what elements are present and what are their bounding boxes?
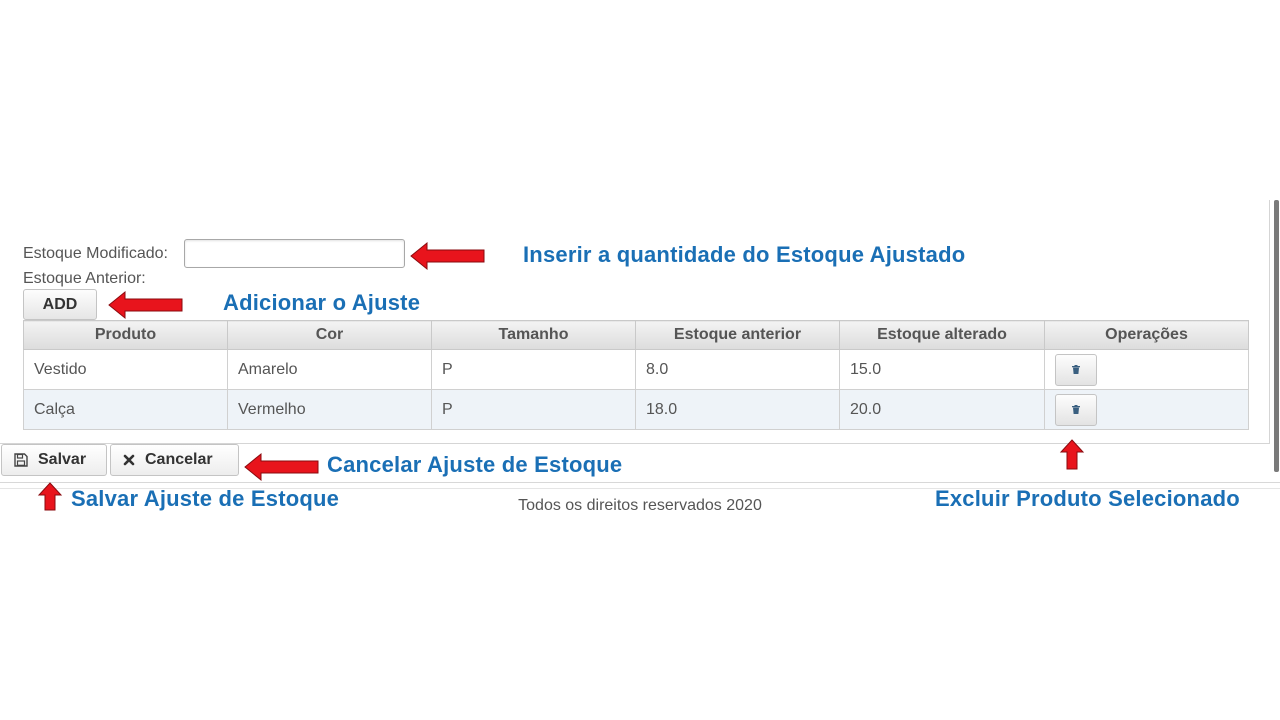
delete-row-button[interactable] xyxy=(1055,353,1097,386)
delete-row-button[interactable] xyxy=(1055,393,1097,426)
red-arrow-icon xyxy=(1059,439,1085,470)
cell-produto: Calça xyxy=(23,389,228,430)
column-header-tamanho[interactable]: Tamanho xyxy=(431,320,636,350)
red-arrow-icon xyxy=(37,482,63,511)
estoque-modificado-input[interactable] xyxy=(184,239,405,268)
estoque-anterior-label: Estoque Anterior: xyxy=(23,270,146,287)
annotation-cancel-hint: Cancelar Ajuste de Estoque xyxy=(327,452,623,477)
footer-divider xyxy=(0,482,1280,483)
annotation-add-hint: Adicionar o Ajuste xyxy=(223,290,421,315)
red-arrow-icon xyxy=(108,290,183,320)
column-header-produto[interactable]: Produto xyxy=(23,320,228,350)
cell-estoque-alterado: 20.0 xyxy=(839,389,1045,430)
column-header-cor[interactable]: Cor xyxy=(227,320,432,350)
close-icon xyxy=(123,454,135,466)
trash-icon xyxy=(1072,365,1080,374)
cell-estoque-anterior: 8.0 xyxy=(635,349,840,390)
floppy-disk-icon xyxy=(14,453,28,467)
cell-tamanho: P xyxy=(431,389,636,430)
cancel-button-label: Cancelar xyxy=(145,451,213,468)
table-row[interactable]: Calça Vermelho P 18.0 20.0 xyxy=(23,389,1249,430)
cell-estoque-alterado: 15.0 xyxy=(839,349,1045,390)
column-header-operacoes: Operações xyxy=(1044,320,1249,350)
cancel-button[interactable]: Cancelar xyxy=(110,444,239,476)
column-header-estoque-alterado[interactable]: Estoque alterado xyxy=(839,320,1045,350)
trash-icon xyxy=(1072,405,1080,414)
annotation-delete-hint: Excluir Produto Selecionado xyxy=(935,486,1240,511)
cell-operacoes xyxy=(1044,389,1249,430)
cell-tamanho: P xyxy=(431,349,636,390)
cell-cor: Vermelho xyxy=(227,389,432,430)
table-row[interactable]: Vestido Amarelo P 8.0 15.0 xyxy=(23,349,1249,390)
save-button-label: Salvar xyxy=(38,451,87,468)
table-header-row: Produto Cor Tamanho Estoque anterior Est… xyxy=(23,320,1249,350)
annotation-input-hint: Inserir a quantidade do Estoque Ajustado xyxy=(523,242,966,267)
save-button[interactable]: Salvar xyxy=(1,444,107,476)
cell-estoque-anterior: 18.0 xyxy=(635,389,840,430)
add-button[interactable]: ADD xyxy=(23,289,97,320)
adjustment-table: Produto Cor Tamanho Estoque anterior Est… xyxy=(23,320,1249,430)
red-arrow-icon xyxy=(244,452,319,482)
column-header-estoque-anterior[interactable]: Estoque anterior xyxy=(635,320,840,350)
scrollbar[interactable] xyxy=(1274,200,1279,472)
cell-operacoes xyxy=(1044,349,1249,390)
red-arrow-icon xyxy=(410,241,485,271)
cell-produto: Vestido xyxy=(23,349,228,390)
estoque-modificado-label: Estoque Modificado: xyxy=(23,245,168,262)
annotation-save-hint: Salvar Ajuste de Estoque xyxy=(71,486,340,511)
cell-cor: Amarelo xyxy=(227,349,432,390)
